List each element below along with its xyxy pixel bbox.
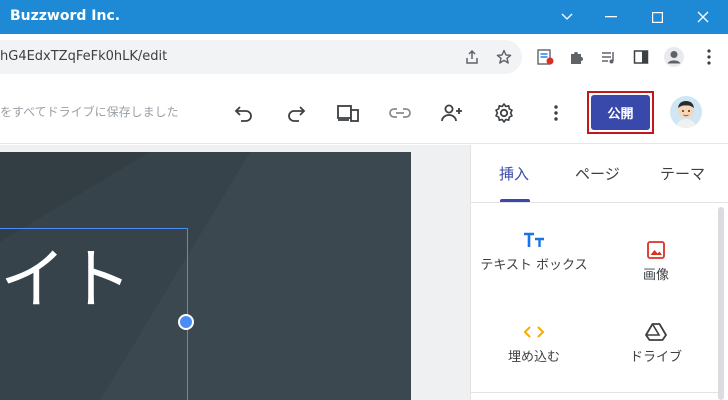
chevron-down-icon[interactable] [544,0,590,34]
redo-icon[interactable] [282,99,310,127]
drive-icon [645,320,667,344]
address-bar[interactable]: hG4EdxTZqFeFk0hLK/edit [0,40,522,74]
share-icon[interactable] [462,47,482,67]
extension-page-icon[interactable] [534,46,556,68]
publish-highlight: 公開 [587,91,654,134]
window-title: Buzzword Inc. [10,8,121,24]
panel-divider [471,202,728,203]
insert-text-box[interactable]: テキスト ボックス [474,228,594,273]
insert-panel: 挿入 ページ テーマ テキスト ボックス 画像 埋め込む ドライブ [470,145,728,400]
tab-insert[interactable]: 挿入 [499,163,529,184]
more-options-icon[interactable] [542,99,570,127]
undo-icon[interactable] [230,99,258,127]
panel-scrollbar[interactable] [718,207,724,400]
panel-bottom-divider [471,392,718,393]
close-icon[interactable] [680,0,726,34]
profile-icon[interactable] [662,45,686,69]
insert-drive[interactable]: ドライブ [596,320,716,365]
side-panel-icon[interactable] [630,46,652,68]
text-box-label: テキスト ボックス [480,258,588,273]
maximize-icon[interactable] [634,0,680,34]
image-label: 画像 [642,268,669,283]
drive-label: ドライブ [629,350,682,365]
resize-handle[interactable] [178,314,194,330]
editor-toolbar: をすべてドライブに保存しました 公開 [0,82,728,144]
media-queue-icon[interactable] [598,46,620,68]
save-status: をすべてドライブに保存しました [0,105,179,119]
star-icon[interactable] [494,47,514,67]
add-person-icon[interactable] [438,99,466,127]
insert-image[interactable]: 画像 [596,238,716,283]
tab-pages[interactable]: ページ [575,163,620,184]
browser-menu-icon[interactable] [698,46,720,68]
embed-icon [523,320,545,344]
browser-toolbar: hG4EdxTZqFeFk0hLK/edit [0,34,728,82]
tab-themes[interactable]: テーマ [660,163,705,184]
publish-button[interactable]: 公開 [591,95,650,130]
text-box-icon [523,228,545,252]
avatar[interactable] [670,96,702,128]
embed-label: 埋め込む [507,350,560,365]
window-titlebar: Buzzword Inc. [0,0,728,34]
image-icon [647,238,665,262]
insert-embed[interactable]: 埋め込む [474,320,594,365]
selection-box[interactable] [0,228,188,400]
url-text: hG4EdxTZqFeFk0hLK/edit [0,49,168,64]
link-icon[interactable] [386,99,414,127]
device-preview-icon[interactable] [334,99,362,127]
settings-gear-icon[interactable] [490,99,518,127]
extensions-puzzle-icon[interactable] [566,46,588,68]
minimize-icon[interactable] [588,0,634,34]
